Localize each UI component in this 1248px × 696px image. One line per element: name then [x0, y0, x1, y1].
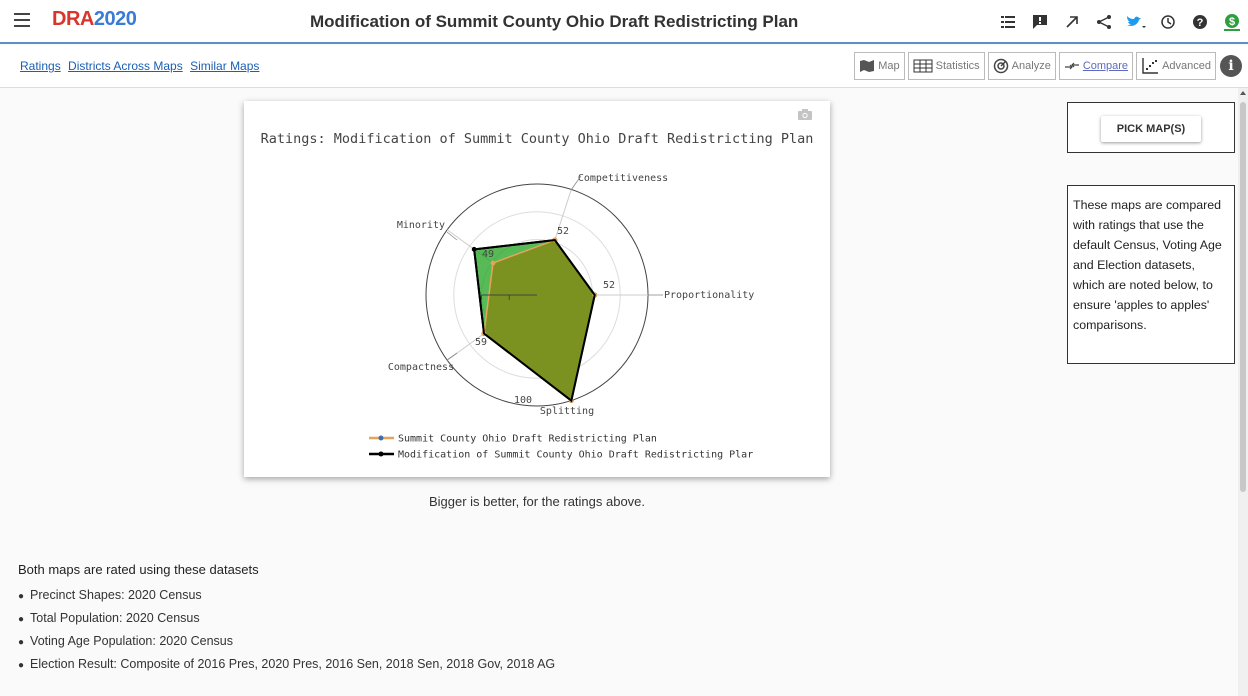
pick-map-panel: PICK MAP(S) [1067, 102, 1235, 153]
table-icon [913, 59, 933, 73]
twitter-icon[interactable] [1120, 0, 1152, 44]
comparison-note: These maps are compared with ratings tha… [1067, 185, 1235, 364]
help-icon[interactable]: ? [1184, 0, 1216, 44]
districts-across-maps-link[interactable]: Districts Across Maps [68, 59, 183, 73]
svg-text:$: $ [1229, 16, 1235, 28]
map-view-label: Map [878, 60, 900, 72]
app-logo[interactable]: DRA2020 [52, 8, 137, 31]
scatter-icon [1142, 58, 1159, 74]
dataset-election-result: Election Result: Composite of 2016 Pres,… [30, 657, 556, 671]
statistics-view-button[interactable]: Statistics [907, 52, 985, 80]
scroll-thumb[interactable] [1240, 102, 1246, 492]
menu-icon[interactable] [14, 13, 30, 27]
legend-label-0: Summit County Ohio Draft Redistricting P… [398, 434, 657, 445]
sub-nav-bar: Ratings Districts Across Maps Similar Ma… [0, 46, 1248, 88]
share-icon[interactable] [1088, 0, 1120, 44]
axis-label: Proportionality [664, 290, 754, 301]
scroll-up-arrow-icon[interactable] [1239, 88, 1247, 98]
list-item: ● Election Result: Composite of 2016 Pres… [18, 657, 556, 671]
compare-view-label: Compare [1082, 60, 1129, 72]
legend-marker-1 [378, 451, 384, 457]
value-label: 59 [475, 337, 487, 348]
label-leader [446, 352, 458, 361]
pick-maps-button[interactable]: PICK MAP(S) [1101, 116, 1201, 142]
compare-view-button[interactable]: Compare [1058, 52, 1134, 80]
expand-icon[interactable] [1056, 0, 1088, 44]
top-bar: DRA2020 Modification of Summit County Oh… [0, 0, 1248, 44]
logo-prefix: DRA [52, 8, 94, 30]
dollar-icon[interactable]: $ [1216, 0, 1248, 44]
axis-label: Competitiveness [578, 173, 668, 184]
advanced-view-label: Advanced [1162, 60, 1211, 72]
legend-marker-0 [378, 435, 384, 441]
value-label: 100 [514, 395, 532, 406]
chart-caption: Bigger is better, for the ratings above. [428, 494, 646, 509]
list-item: ● Total Population: 2020 Census [18, 611, 200, 625]
advanced-view-button[interactable]: Advanced [1136, 52, 1216, 80]
info-icon[interactable]: i [1220, 55, 1242, 77]
analyze-icon [993, 58, 1008, 74]
value-label: 49 [482, 249, 494, 260]
compare-icon [1064, 62, 1079, 70]
list-item: ● Voting Age Population: 2020 Census [18, 634, 233, 648]
axis-label: Minority [397, 220, 445, 231]
value-label: 52 [603, 280, 615, 291]
axis-label: Compactness [388, 362, 454, 373]
chart-title: Ratings: Modification of Summit County O… [261, 131, 814, 147]
map-view-button[interactable]: Map [854, 52, 905, 80]
axis-label: Splitting [540, 406, 594, 417]
map-icon [860, 60, 875, 72]
list-icon[interactable] [992, 0, 1024, 44]
svg-text:?: ? [1197, 17, 1204, 29]
legend-label-1: Modification of Summit County Ohio Draft… [398, 450, 753, 461]
list-item: ● Precinct Shapes: 2020 Census [18, 588, 202, 602]
analyze-view-button[interactable]: Analyze [987, 52, 1056, 80]
ratings-chart-card: Ratings: Modification of Summit County O… [244, 101, 830, 477]
dataset-precinct-shapes: Precinct Shapes: 2020 Census [30, 588, 202, 602]
ratings-link[interactable]: Ratings [20, 59, 61, 73]
logo-year: 2020 [93, 8, 137, 30]
value-label: 52 [557, 226, 569, 237]
history-icon[interactable] [1152, 0, 1184, 44]
dataset-voting-age-population: Voting Age Population: 2020 Census [30, 634, 233, 648]
datasets-heading: Both maps are rated using these datasets [18, 562, 259, 577]
similar-maps-link[interactable]: Similar Maps [190, 59, 259, 73]
page-scrollbar[interactable] [1238, 88, 1248, 696]
analyze-view-label: Analyze [1011, 60, 1051, 72]
page-title: Modification of Summit County Ohio Draft… [310, 12, 799, 31]
feedback-icon[interactable] [1024, 0, 1056, 44]
statistics-view-label: Statistics [935, 60, 980, 72]
sub-links: Ratings Districts Across Maps Similar Ma… [20, 59, 263, 73]
series-point-0 [490, 260, 496, 266]
datasets-list: ● Precinct Shapes: 2020 Census ● Total Pop… [18, 585, 555, 677]
radar-chart: Ratings: Modification of Summit County O… [261, 131, 814, 461]
dataset-total-population: Total Population: 2020 Census [30, 611, 200, 625]
